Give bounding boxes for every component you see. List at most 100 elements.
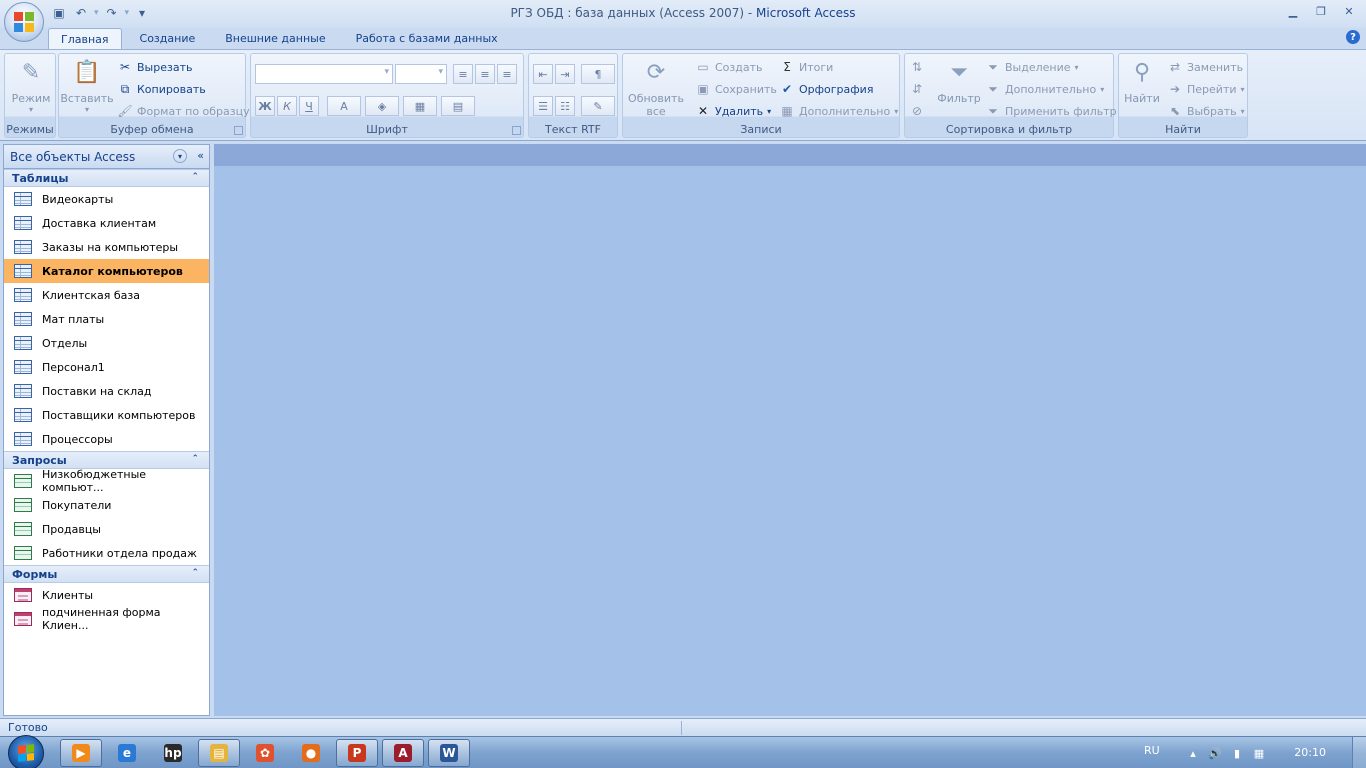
paragraph-direction-icon[interactable]: ¶ [581, 64, 615, 84]
nav-section-table[interactable]: Таблицы ⌃ [4, 169, 209, 187]
select-button[interactable]: ⬉ Выбрать ▾ [1167, 102, 1245, 120]
fill-color-icon[interactable]: ◈ [365, 96, 399, 116]
totals-button[interactable]: Σ Итоги [779, 58, 833, 76]
nav-item-table[interactable]: Поставщики компьютеров [4, 403, 209, 427]
window-title-doc: РГЗ ОБД : база данных (Access 2007) - [510, 6, 753, 20]
taskbar-app-button[interactable]: A [382, 739, 424, 767]
taskbar-app-button[interactable]: hp [152, 739, 194, 767]
alternate-fill-icon[interactable]: ▤ [441, 96, 475, 116]
increase-indent-icon[interactable]: ⇥ [555, 64, 575, 84]
advanced-filter-button[interactable]: ⏷ Дополнительно ▾ [985, 80, 1104, 98]
taskbar-app-button[interactable]: ▶ [60, 739, 102, 767]
cut-button[interactable]: ✂ Вырезать [117, 58, 193, 76]
nav-item-table[interactable]: Мат платы [4, 307, 209, 331]
language-indicator[interactable]: RU [1144, 744, 1160, 757]
clock[interactable]: 20:10 [1294, 746, 1326, 759]
nav-item-table[interactable]: Каталог компьютеров [4, 259, 209, 283]
view-button[interactable]: ✎ Режим ▾ [9, 56, 53, 115]
toggle-filter-button[interactable]: ⏷ Применить фильтр [985, 102, 1116, 120]
font-size-combo[interactable] [395, 64, 447, 84]
save-record-button[interactable]: ▣ Сохранить [695, 80, 777, 98]
nav-item-table[interactable]: Персонал1 [4, 355, 209, 379]
spelling-button[interactable]: ✔ Орфография [779, 80, 873, 98]
nav-pane-menu-icon[interactable]: ▾ [173, 149, 187, 163]
volume-icon[interactable]: 🔊 [1208, 746, 1222, 760]
clear-sort-icon[interactable]: ⊘ [909, 102, 925, 120]
gridlines-icon[interactable]: ▦ [403, 96, 437, 116]
restore-icon[interactable]: ❐ [1310, 2, 1332, 20]
ribbon-tab-1[interactable]: Создание [128, 28, 208, 50]
sort-descending-icon[interactable]: ⇵ [909, 80, 925, 98]
nav-item-table[interactable]: Отделы [4, 331, 209, 355]
nav-item-table[interactable]: Видеокарты [4, 187, 209, 211]
replace-button[interactable]: ⇄ Заменить [1167, 58, 1243, 76]
help-icon[interactable]: ? [1346, 30, 1360, 44]
new-record-button[interactable]: ▭ Создать [695, 58, 762, 76]
minimize-icon[interactable]: ▁ [1282, 2, 1304, 20]
copy-button[interactable]: ⧉ Копировать [117, 80, 206, 98]
taskbar-app-button[interactable]: P [336, 739, 378, 767]
bullets-icon[interactable]: ☷ [555, 96, 575, 116]
goto-button[interactable]: ➔ Перейти ▾ [1167, 80, 1245, 98]
tray-expand-icon[interactable]: ▴ [1186, 746, 1200, 760]
underline-button[interactable]: Ч [299, 96, 319, 116]
collapse-chevron-icon[interactable]: ⌃ [191, 454, 199, 464]
nav-pane-header[interactable]: Все объекты Access ▾ « [4, 145, 209, 169]
network-icon[interactable]: ▦ [1252, 746, 1266, 760]
taskbar-app-button[interactable]: e [106, 739, 148, 767]
taskbar-app-button[interactable]: ● [290, 739, 332, 767]
highlight-icon[interactable]: ✎ [581, 96, 615, 116]
decrease-indent-icon[interactable]: ⇤ [533, 64, 553, 84]
taskbar-app-button[interactable]: ▤ [198, 739, 240, 767]
nav-item-query[interactable]: Работники отдела продаж [4, 541, 209, 565]
paste-dropdown-icon: ▾ [84, 105, 89, 114]
nav-pane-title: Все объекты Access [10, 149, 136, 164]
align-left-icon[interactable]: ≡ [453, 64, 473, 84]
nav-pane-collapse-icon[interactable]: « [197, 149, 204, 162]
delete-record-button[interactable]: ✕ Удалить ▾ [695, 102, 771, 120]
close-icon[interactable]: ✕ [1338, 2, 1360, 20]
filter-button[interactable]: ⏷ Фильтр [935, 56, 983, 106]
nav-item-table[interactable]: Заказы на компьютеры [4, 235, 209, 259]
taskbar-app-button[interactable]: W [428, 739, 470, 767]
italic-button[interactable]: К [277, 96, 297, 116]
font-color-button[interactable]: A [327, 96, 361, 116]
replace-icon: ⇄ [1169, 60, 1181, 74]
nav-item-form[interactable]: Клиенты [4, 583, 209, 607]
nav-item-query[interactable]: Продавцы [4, 517, 209, 541]
ribbon-tab-3[interactable]: Работа с базами данных [344, 28, 510, 50]
nav-item-table[interactable]: Процессоры [4, 427, 209, 451]
nav-item-form[interactable]: подчиненная форма Клиен... [4, 606, 209, 632]
sort-ascending-icon[interactable]: ⇅ [909, 58, 925, 76]
nav-item-table[interactable]: Доставка клиентам [4, 211, 209, 235]
font-launcher-icon[interactable] [512, 126, 521, 135]
office-button[interactable] [4, 2, 44, 42]
collapse-chevron-icon[interactable]: ⌃ [191, 568, 199, 578]
paste-button[interactable]: 📋 Вставить ▾ [60, 56, 113, 115]
nav-section-form[interactable]: Формы ⌃ [4, 565, 209, 583]
nav-item-query[interactable]: Низкобюджетные компьют... [4, 468, 209, 494]
nav-item-table[interactable]: Поставки на склад [4, 379, 209, 403]
find-button[interactable]: ⚲ Найти [1121, 56, 1163, 106]
format-painter-button[interactable]: 🖌 Формат по образцу [117, 102, 249, 120]
power-icon[interactable]: ▮ [1230, 746, 1244, 760]
bold-button[interactable]: Ж [255, 96, 275, 116]
font-name-combo[interactable] [255, 64, 393, 84]
ribbon-tab-2[interactable]: Внешние данные [213, 28, 337, 50]
selection-button[interactable]: ⏷ Выделение ▾ [985, 58, 1078, 76]
numbering-icon[interactable]: ☰ [533, 96, 553, 116]
nav-item-table[interactable]: Клиентская база [4, 283, 209, 307]
show-desktop-button[interactable] [1352, 737, 1366, 768]
start-button[interactable] [8, 735, 44, 768]
align-right-icon[interactable]: ≡ [497, 64, 517, 84]
nav-section-query[interactable]: Запросы ⌃ [4, 451, 209, 469]
refresh-all-button[interactable]: ⟳ Обновить все [625, 56, 687, 119]
taskbar-app-button[interactable]: ✿ [244, 739, 286, 767]
nav-item-query[interactable]: Покупатели [4, 493, 209, 517]
clipboard-launcher-icon[interactable] [234, 126, 243, 135]
collapse-chevron-icon[interactable]: ⌃ [191, 172, 199, 182]
records-more-button[interactable]: ▦ Дополнительно ▾ [779, 102, 898, 120]
align-center-icon[interactable]: ≡ [475, 64, 495, 84]
ribbon-tab-0[interactable]: Главная [48, 28, 122, 50]
design-view-icon: ✎ [21, 59, 41, 85]
